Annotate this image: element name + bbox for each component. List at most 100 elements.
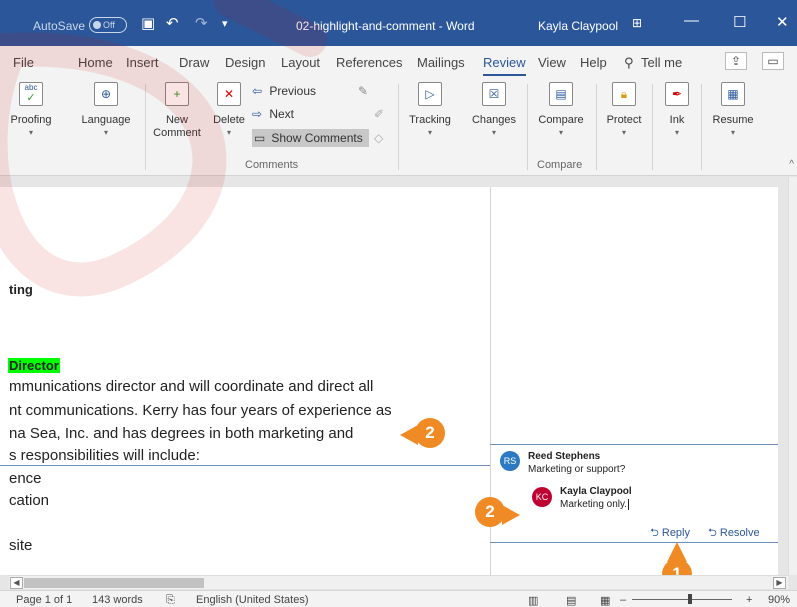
comment-anchor-line (0, 465, 490, 466)
callout-two-reply: 2 (475, 497, 505, 527)
tab-draw[interactable]: Draw (179, 55, 209, 70)
zoom-out-icon[interactable]: – (620, 594, 626, 606)
title-bar: AutoSave Off ▣ ↶ ↷ ▾ 02-highlight-and-co… (0, 0, 797, 46)
minimize-icon[interactable]: — (684, 12, 699, 29)
comment-text: Marketing or support? (528, 464, 626, 475)
window-title: 02-highlight-and-comment - Word (296, 19, 475, 33)
tab-references[interactable]: References (336, 55, 402, 70)
share-icon[interactable]: ⇪ (725, 52, 747, 70)
protect-button[interactable]: 🔒︎ Protect ▾ (598, 82, 650, 137)
zoom-slider-thumb[interactable] (688, 594, 692, 604)
horizontal-scrollbar[interactable]: ◀ ▶ (9, 575, 788, 589)
new-comment-icon: + (165, 82, 189, 106)
print-layout-icon[interactable]: ▤ (566, 594, 576, 607)
tracking-icon: ▷ (418, 82, 442, 106)
doc-line: nt communications. Kerry has four years … (9, 402, 392, 419)
delete-comment-button[interactable]: ✕ Delete ▾ (208, 82, 250, 137)
doc-line: cation (9, 492, 50, 509)
tab-view[interactable]: View (538, 55, 566, 70)
scroll-left-icon[interactable]: ◀ (10, 577, 23, 589)
zoom-slider[interactable] (632, 599, 732, 600)
doc-line: ence (9, 470, 42, 487)
tab-design[interactable]: Design (225, 55, 265, 70)
ink-button[interactable]: ✒ Ink ▾ (656, 82, 698, 137)
ink-comment-icon[interactable]: ✎ (358, 84, 368, 98)
avatar: KC (532, 487, 552, 507)
redo-icon[interactable]: ↷ (195, 14, 208, 32)
doc-line: na Sea, Inc. and has degrees in both mar… (9, 425, 354, 442)
next-icon: ⇨ (252, 107, 263, 121)
pen-icon[interactable]: ✐ (374, 107, 384, 121)
comments-pane-icon[interactable]: ▭ (762, 52, 784, 70)
autosave-toggle[interactable]: Off (89, 17, 127, 33)
comment-thread[interactable]: RS Reed Stephens Marketing or support? K… (490, 445, 778, 543)
resume-button[interactable]: ▦ Resume ▾ (704, 82, 762, 137)
compare-button[interactable]: ▤ Compare ▾ (530, 82, 592, 137)
scroll-right-icon[interactable]: ▶ (773, 577, 786, 589)
show-comments-icon: ▭ (254, 131, 266, 145)
comment-author: Reed Stephens (528, 451, 601, 462)
highlighted-text: Director (8, 358, 60, 373)
comments-group-label: Comments (245, 159, 299, 171)
callout-two: 2 (415, 418, 445, 448)
reply-icon: ⮌ (650, 527, 659, 539)
reply-text[interactable]: Marketing only. (560, 499, 630, 510)
language-status[interactable]: English (United States) (196, 594, 309, 606)
new-comment-button[interactable]: + New Comment (148, 82, 206, 140)
proofing-button[interactable]: abc ✓ Proofing ▾ (0, 82, 62, 137)
zoom-level[interactable]: 90% (768, 594, 790, 606)
resolve-button[interactable]: ⮌ Resolve (708, 524, 760, 543)
tab-tell-me[interactable]: Tell me (641, 55, 682, 70)
spelling-icon: abc ✓ (19, 82, 43, 106)
proofing-status-icon[interactable]: ⎘ (166, 594, 175, 607)
reply-author: Kayla Claypool (560, 486, 632, 497)
tab-layout[interactable]: Layout (281, 55, 320, 70)
autosave-label: AutoSave (33, 19, 86, 33)
collapse-ribbon-icon[interactable]: ^ (789, 159, 794, 170)
maximize-icon[interactable]: ☐ (733, 13, 746, 31)
reply-button[interactable]: ⮌ Reply (650, 524, 690, 543)
next-comment-button[interactable]: ⇨ Next (252, 107, 294, 121)
ribbon-display-icon[interactable]: ⊞ (632, 16, 642, 30)
resume-icon: ▦ (721, 82, 745, 106)
tab-help[interactable]: Help (580, 55, 607, 70)
save-icon[interactable]: ▣ (141, 14, 155, 32)
previous-comment-button[interactable]: ⇦ Previous (252, 84, 316, 98)
read-mode-icon[interactable]: ▥ (528, 594, 538, 607)
search-icon[interactable]: ⚲ (624, 55, 634, 71)
doc-heading: ting (9, 282, 33, 297)
show-comments-button[interactable]: ▭ Show Comments (252, 129, 369, 147)
doc-line: mmunications director and will coordinat… (9, 378, 374, 395)
resolve-icon: ⮌ (708, 527, 717, 539)
close-icon[interactable]: ✕ (776, 13, 789, 31)
compare-group-label: Compare (537, 159, 583, 171)
ink-icon: ✒ (665, 82, 689, 106)
tab-review[interactable]: Review (483, 55, 526, 76)
doc-line: site (9, 537, 33, 554)
language-button[interactable]: ⊕ Language ▾ (72, 82, 140, 137)
web-layout-icon[interactable]: ▦ (600, 594, 610, 607)
delete-comment-icon: ✕ (217, 82, 241, 106)
lock-icon: 🔒︎ (612, 82, 636, 106)
eraser-icon[interactable]: ◇ (374, 131, 383, 145)
tab-insert[interactable]: Insert (126, 55, 159, 70)
undo-icon[interactable]: ↶ (166, 14, 179, 32)
scroll-thumb[interactable] (24, 578, 204, 588)
zoom-in-icon[interactable]: + (746, 594, 752, 606)
compare-icon: ▤ (549, 82, 573, 106)
avatar: RS (500, 451, 520, 471)
user-name[interactable]: Kayla Claypool (538, 19, 618, 33)
changes-button[interactable]: ☒ Changes ▾ (466, 82, 522, 137)
language-icon: ⊕ (94, 82, 118, 106)
ribbon-tabs: File Home Insert Draw Design Layout Refe… (0, 46, 797, 76)
word-count[interactable]: 143 words (92, 594, 143, 606)
tracking-button[interactable]: ▷ Tracking ▾ (402, 82, 458, 137)
customize-qat-icon[interactable]: ▾ (222, 17, 228, 30)
tab-mailings[interactable]: Mailings (417, 55, 465, 70)
ribbon: abc ✓ Proofing ▾ ⊕ Language ▾ + New Commen… (0, 76, 797, 176)
tab-file[interactable]: File (13, 55, 34, 70)
vertical-scrollbar[interactable] (788, 177, 797, 575)
status-bar: Page 1 of 1 143 words ⎘ English (United … (0, 590, 797, 607)
page-count[interactable]: Page 1 of 1 (16, 594, 72, 606)
tab-home[interactable]: Home (78, 55, 113, 70)
